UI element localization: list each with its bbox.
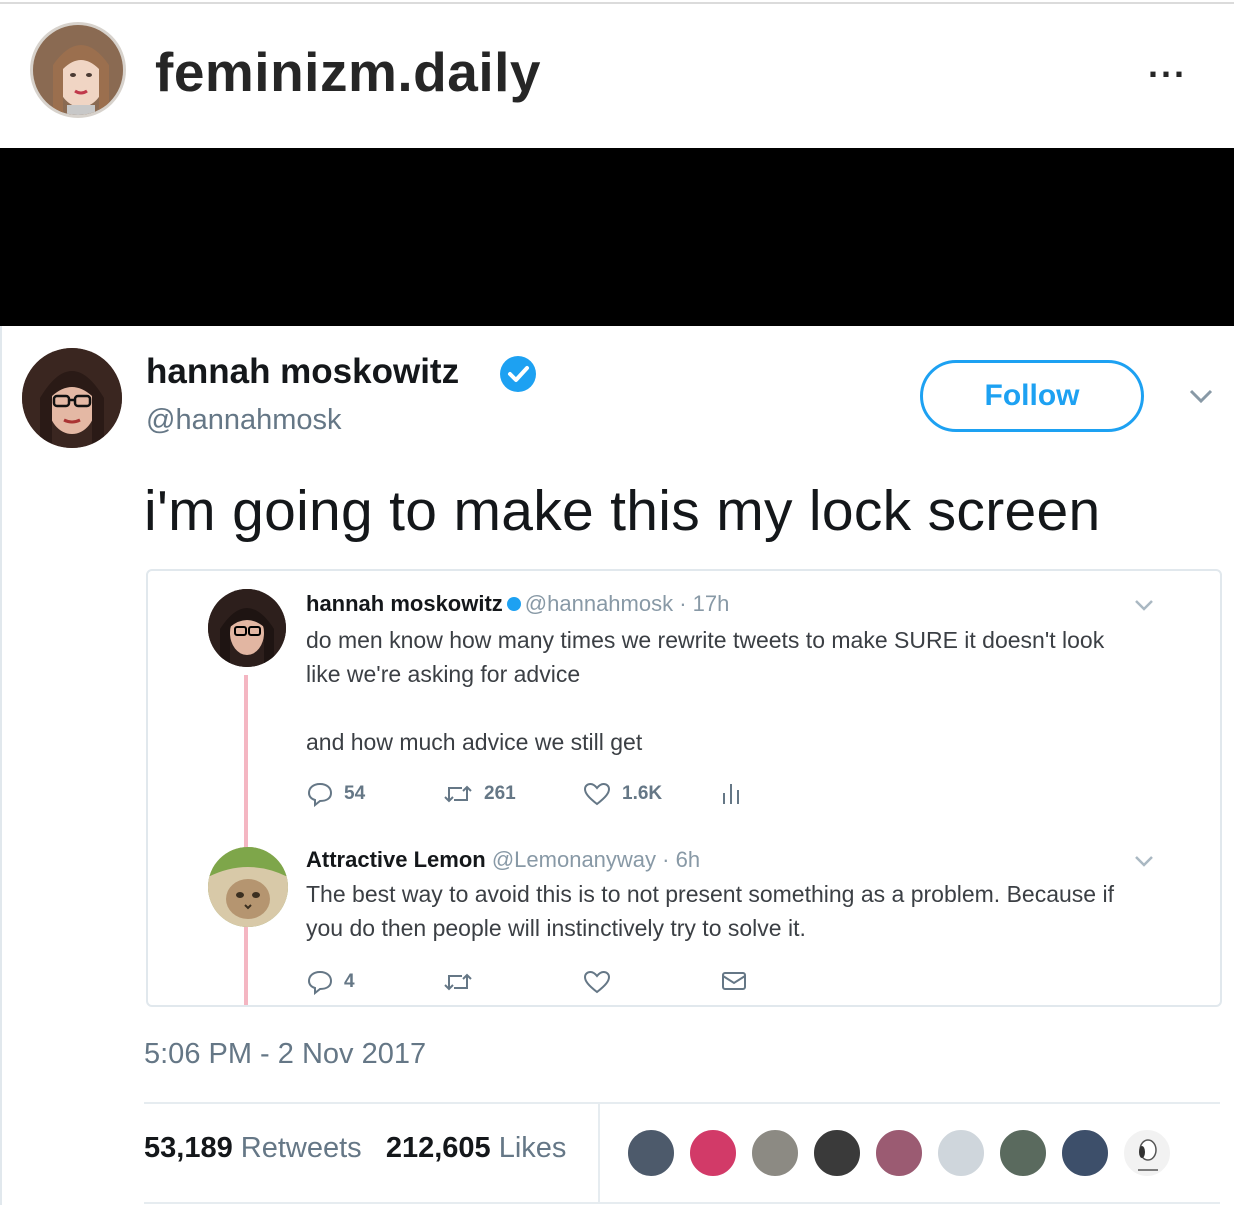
likes-count: 212,605 [385, 1132, 491, 1164]
embedded-avatar-2 [208, 847, 288, 927]
retweets-label: Retweets [240, 1132, 362, 1164]
embedded-tweet-1-actions: 54 261 1.6K [306, 781, 1006, 811]
tweet-author-handle[interactable]: @hannahmosk [146, 404, 342, 437]
likes-label: Likes [498, 1132, 567, 1164]
more-options-icon[interactable]: ... [1148, 44, 1187, 86]
embedded-author-handle: @hannahmosk [524, 591, 674, 616]
likes-stat[interactable]: 212,605 Likes [386, 1132, 567, 1164]
tweet-author-avatar[interactable] [22, 348, 122, 448]
reply-action: 54 [306, 781, 365, 807]
reply-icon [307, 970, 333, 995]
embedded-tweet-1-header: hannah moskowitz @hannahmosk · 17h [306, 591, 729, 617]
retweet-action [442, 969, 474, 995]
retweet-count: 261 [484, 783, 516, 804]
embedded-tweet-image: hannah moskowitz @hannahmosk · 17h do men… [146, 569, 1222, 1007]
retweet-icon [444, 973, 472, 991]
reply-icon [307, 782, 333, 807]
liker-avatar[interactable] [1122, 1128, 1172, 1178]
liker-avatar[interactable] [688, 1128, 738, 1178]
tweet-card: hannah moskowitz @hannahmosk Follow i'm … [0, 326, 1234, 1205]
reply-action: 4 [306, 969, 355, 995]
liker-avatar[interactable] [626, 1128, 676, 1178]
black-banner [0, 148, 1234, 326]
embedded-avatar-1 [208, 589, 286, 667]
retweets-stat[interactable]: 53,189 Retweets [144, 1132, 362, 1164]
embedded-text-line: The best way to avoid this is to not pre… [306, 881, 1114, 907]
heart-icon [583, 970, 611, 994]
account-username[interactable]: feminizm.daily [155, 40, 541, 104]
liker-avatar[interactable] [936, 1128, 986, 1178]
author-portrait-icon [22, 348, 122, 448]
divider [144, 1202, 1220, 1204]
embedded-author-name: Attractive Lemon [306, 847, 486, 872]
profile-avatar[interactable] [30, 22, 126, 118]
retweet-icon [444, 785, 472, 803]
liker-avatar[interactable] [874, 1128, 924, 1178]
liker-avatar[interactable] [750, 1128, 800, 1178]
stats-divider [598, 1104, 600, 1202]
liker-avatar[interactable] [1060, 1128, 1110, 1178]
envelope-icon [722, 972, 746, 990]
reply-count: 4 [344, 971, 355, 992]
verified-badge-icon [506, 596, 521, 611]
chevron-down-icon[interactable] [1186, 384, 1216, 408]
snoopy-icon [1138, 1139, 1158, 1171]
embedded-text-line: do men know how many times we rewrite tw… [306, 627, 1105, 653]
reply-count: 54 [344, 783, 366, 804]
embedded-text-line: you do then people will instinctively tr… [306, 915, 806, 941]
chevron-down-icon [1135, 856, 1153, 867]
embedded-text-line: and how much advice we still get [306, 729, 643, 755]
liker-avatar[interactable] [812, 1128, 862, 1178]
cat-with-lemon-icon [208, 847, 288, 927]
embedded-author-handle: @Lemonanyway [491, 847, 657, 872]
analytics-icon [723, 784, 739, 804]
embedded-author-name: hannah moskowitz [306, 591, 503, 616]
like-action [582, 969, 612, 995]
tweet-timestamp[interactable]: 5:06 PM - 2 Nov 2017 [144, 1038, 426, 1071]
divider [144, 1102, 1220, 1104]
embedded-tweet-time: · 17h [679, 591, 730, 616]
avatar-portrait-icon [33, 25, 123, 115]
like-count: 1.6K [622, 783, 663, 804]
author-portrait-icon [208, 589, 286, 667]
embedded-tweet-2-text: The best way to avoid this is to not pre… [306, 877, 1166, 945]
thread-connector-line [244, 675, 248, 1005]
embedded-tweet-time: · 6h [662, 847, 701, 872]
tweet-text: i'm going to make this my lock screen [144, 479, 1101, 543]
verified-badge-icon [500, 356, 536, 392]
retweets-count: 53,189 [144, 1132, 233, 1164]
heart-icon [583, 782, 611, 806]
like-action: 1.6K [582, 781, 662, 807]
instagram-post-header: feminizm.daily ... [0, 4, 1234, 148]
embedded-tweet-1-text: do men know how many times we rewrite tw… [306, 623, 1166, 759]
embedded-text-line: like we're asking for advice [306, 661, 581, 687]
tweet-author-name[interactable]: hannah moskowitz [146, 352, 459, 392]
analytics-action [720, 781, 742, 807]
chevron-down-icon [1135, 600, 1153, 611]
retweet-action: 261 [442, 781, 516, 807]
tweet-stats: 53,189 Retweets 212,605 Likes [144, 1132, 566, 1165]
liker-avatars [626, 1128, 1186, 1180]
liker-avatar[interactable] [998, 1128, 1048, 1178]
embedded-tweet-2-actions: 4 [306, 969, 1006, 999]
message-action [720, 969, 748, 993]
embedded-tweet-2-header: Attractive Lemon @Lemonanyway · 6h [306, 847, 700, 873]
follow-button[interactable]: Follow [920, 360, 1144, 432]
